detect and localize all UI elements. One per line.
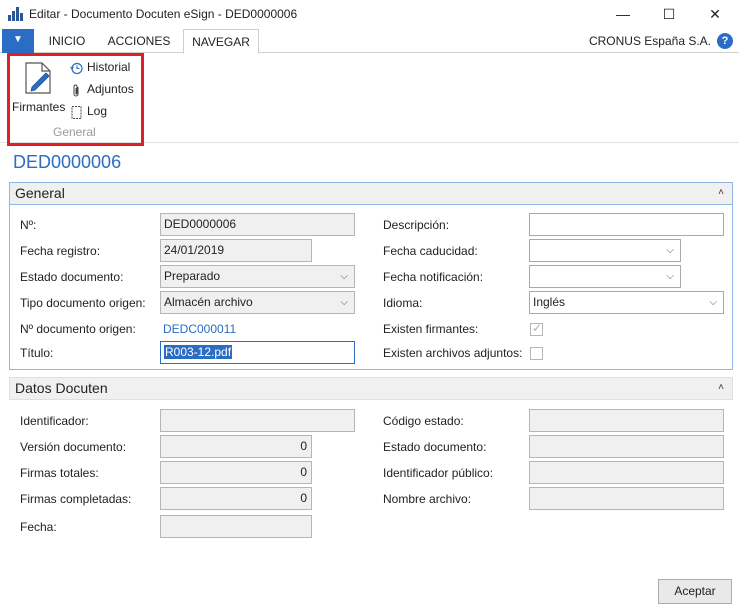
collapse-icon[interactable]: ˄ (718, 382, 724, 393)
nombre-archivo-label: Nombre archivo: (383, 492, 472, 506)
tipo-documento-origen-select[interactable]: Almacén archivo ⌵ (160, 291, 355, 314)
fecha-registro-field[interactable]: 24/01/2019 (160, 239, 312, 262)
firmas-completadas-field[interactable]: 0 (160, 487, 312, 510)
section-datos-title: Datos Docuten (15, 380, 108, 396)
log-icon (71, 106, 82, 119)
estado-documento-docuten-field[interactable] (529, 435, 724, 458)
fecha-notificacion-input[interactable]: ⌵ (529, 265, 681, 288)
chevron-down-icon[interactable]: ⌵ (666, 266, 674, 287)
idioma-value: Inglés (533, 295, 566, 309)
paperclip-icon (73, 84, 79, 97)
idioma-select[interactable]: Inglés ⌵ (529, 291, 724, 314)
estado-documento-value: Preparado (164, 269, 221, 283)
chevron-down-icon[interactable]: ⌵ (340, 292, 348, 313)
firmantes-label: Firmantes (12, 100, 66, 114)
fecha-registro-label: Fecha registro: (20, 244, 101, 258)
window-title: Editar - Documento Docuten eSign - DED00… (29, 7, 298, 21)
historial-label: Historial (87, 60, 131, 74)
tab-navegar[interactable]: NAVEGAR (183, 29, 259, 54)
firmas-completadas-label: Firmas completadas: (20, 492, 132, 506)
existen-adjuntos-label: Existen archivos adjuntos: (383, 346, 523, 360)
tab-inicio[interactable]: INICIO (42, 29, 92, 53)
title-bar: Editar - Documento Docuten eSign - DED00… (0, 0, 739, 28)
check-icon: ✓ (532, 321, 543, 335)
titulo-label: Título: (20, 346, 54, 360)
identificador-publico-field[interactable] (529, 461, 724, 484)
ribbon-tabs: ▼ INICIO ACCIONES NAVEGAR CRONUS España … (0, 29, 739, 54)
app-chart-icon (8, 7, 24, 21)
minimize-button[interactable]: — (600, 0, 646, 28)
document-edit-icon (25, 62, 51, 94)
tipo-documento-origen-label: Tipo documento origen: (20, 296, 146, 310)
collapse-icon[interactable]: ˄ (718, 187, 724, 198)
fecha-label: Fecha: (20, 520, 57, 534)
version-documento-field[interactable]: 0 (160, 435, 312, 458)
section-datos-header[interactable]: Datos Docuten ˄ (9, 377, 733, 400)
historial-button[interactable]: Historial (70, 58, 136, 78)
fecha-caducidad-input[interactable]: ⌵ (529, 239, 681, 262)
aceptar-button[interactable]: Aceptar (658, 579, 732, 604)
identificador-field[interactable] (160, 409, 355, 432)
chevron-down-icon[interactable]: ⌵ (709, 292, 717, 313)
maximize-button[interactable]: ☐ (646, 0, 692, 28)
estado-documento-select[interactable]: Preparado ⌵ (160, 265, 355, 288)
log-label: Log (87, 104, 108, 118)
adjuntos-button[interactable]: Adjuntos (70, 80, 138, 100)
chevron-down-icon[interactable]: ⌵ (340, 266, 348, 287)
history-icon (70, 62, 83, 75)
firmas-totales-label: Firmas totales: (20, 466, 99, 480)
codigo-estado-label: Código estado: (383, 414, 464, 428)
company-name[interactable]: CRONUS España S.A. (589, 29, 711, 53)
section-general-header[interactable]: General ˄ (9, 182, 733, 205)
section-general-title: General (15, 185, 65, 201)
tab-acciones[interactable]: ACCIONES (104, 29, 174, 53)
fecha-caducidad-label: Fecha caducidad: (383, 244, 478, 258)
ribbon-group-label: General (53, 125, 96, 139)
descripcion-label: Descripción: (383, 218, 450, 232)
adjuntos-label: Adjuntos (87, 82, 134, 96)
estado-documento-docuten-label: Estado documento: (383, 440, 487, 454)
descripcion-input[interactable] (529, 213, 724, 236)
existen-firmantes-checkbox[interactable]: ✓ (530, 321, 543, 336)
ribbon-panel: Firmantes Historial Adjuntos Log General (0, 53, 739, 146)
existen-firmantes-label: Existen firmantes: (383, 322, 479, 336)
close-button[interactable]: ✕ (692, 0, 738, 28)
firmantes-button[interactable]: Firmantes (10, 59, 66, 115)
identificador-label: Identificador: (20, 414, 89, 428)
nombre-archivo-field[interactable] (529, 487, 724, 510)
application-menu-button[interactable]: ▼ (2, 29, 34, 53)
no-label: Nº: (20, 218, 37, 232)
no-documento-origen-link[interactable]: DEDC000011 (163, 322, 236, 336)
titulo-value: R003-12.pdf (164, 345, 233, 359)
log-button[interactable]: Log (70, 102, 110, 122)
fecha-field[interactable] (160, 515, 312, 538)
existen-adjuntos-checkbox[interactable] (530, 347, 543, 360)
version-documento-label: Versión documento: (20, 440, 127, 454)
no-field[interactable]: DED0000006 (160, 213, 355, 236)
chevron-down-icon[interactable]: ⌵ (666, 240, 674, 261)
firmas-totales-field[interactable]: 0 (160, 461, 312, 484)
fecha-notificacion-label: Fecha notificación: (383, 270, 484, 284)
tipo-documento-origen-value: Almacén archivo (164, 295, 253, 309)
codigo-estado-field[interactable] (529, 409, 724, 432)
idioma-label: Idioma: (383, 296, 423, 310)
help-icon[interactable]: ? (717, 33, 733, 49)
page-title: DED0000006 (13, 152, 122, 172)
no-documento-origen-label: Nº documento origen: (20, 322, 136, 336)
identificador-publico-label: Identificador público: (383, 466, 494, 480)
estado-documento-label: Estado documento: (20, 270, 124, 284)
titulo-input[interactable]: R003-12.pdf (160, 341, 355, 364)
